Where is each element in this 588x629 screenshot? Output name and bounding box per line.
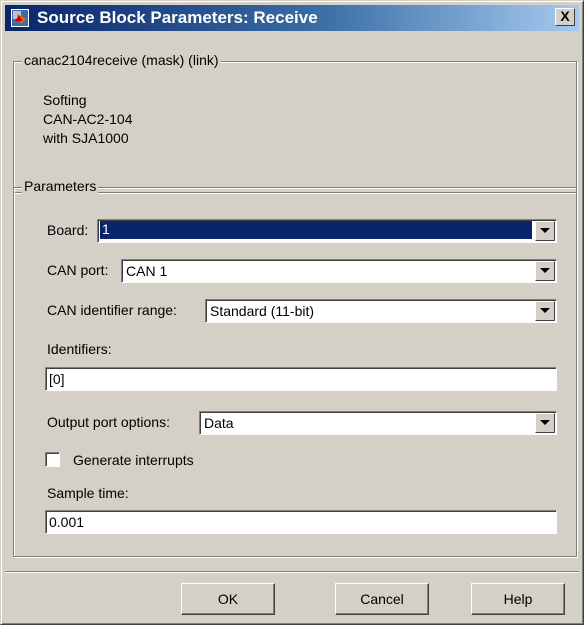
mask-legend: canac2104receive (mask) (link) bbox=[22, 52, 221, 68]
help-button[interactable]: Help bbox=[471, 583, 565, 615]
chevron-down-icon[interactable] bbox=[535, 221, 555, 241]
output-port-value: Data bbox=[204, 415, 234, 431]
ok-button[interactable]: OK bbox=[181, 583, 275, 615]
board-label: Board: bbox=[47, 222, 89, 238]
description-line: Softing bbox=[43, 92, 87, 108]
description-line: CAN-AC2-104 bbox=[43, 111, 133, 127]
button-separator bbox=[5, 571, 579, 573]
sample-time-label: Sample time: bbox=[47, 485, 129, 501]
close-icon: X bbox=[560, 8, 570, 24]
identifiers-value: [0] bbox=[49, 371, 65, 387]
id-range-value: Standard (11-bit) bbox=[210, 303, 315, 319]
board-value: 1 bbox=[100, 221, 532, 239]
dialog-window: Source Block Parameters: Receive X canac… bbox=[0, 0, 584, 625]
can-port-select[interactable]: CAN 1 bbox=[121, 259, 557, 283]
identifiers-label: Identifiers: bbox=[47, 341, 112, 357]
sample-time-value: 0.001 bbox=[49, 514, 85, 530]
simulink-block-icon bbox=[11, 9, 29, 27]
chevron-down-icon[interactable] bbox=[535, 261, 555, 281]
id-range-select[interactable]: Standard (11-bit) bbox=[205, 299, 557, 323]
cancel-button[interactable]: Cancel bbox=[335, 583, 429, 615]
chevron-down-icon[interactable] bbox=[535, 413, 555, 433]
description-line: with SJA1000 bbox=[43, 130, 129, 146]
title-bar[interactable]: Source Block Parameters: Receive X bbox=[5, 5, 579, 31]
mask-description: Softing CAN-AC2-104 with SJA1000 bbox=[43, 91, 132, 148]
id-range-label: CAN identifier range: bbox=[47, 302, 177, 318]
board-select[interactable]: 1 bbox=[97, 219, 557, 243]
close-button[interactable]: X bbox=[555, 8, 575, 26]
window-title: Source Block Parameters: Receive bbox=[37, 8, 318, 27]
identifiers-field[interactable]: [0] bbox=[45, 367, 557, 391]
sample-time-field[interactable]: 0.001 bbox=[45, 510, 557, 534]
output-port-label: Output port options: bbox=[47, 414, 170, 430]
can-port-value: CAN 1 bbox=[126, 263, 168, 279]
chevron-down-icon[interactable] bbox=[535, 301, 555, 321]
can-port-label: CAN port: bbox=[47, 262, 109, 278]
generate-interrupts-label[interactable]: Generate interrupts bbox=[73, 452, 194, 468]
parameters-legend: Parameters bbox=[22, 178, 99, 194]
generate-interrupts-checkbox[interactable] bbox=[45, 452, 60, 467]
output-port-select[interactable]: Data bbox=[199, 411, 557, 435]
